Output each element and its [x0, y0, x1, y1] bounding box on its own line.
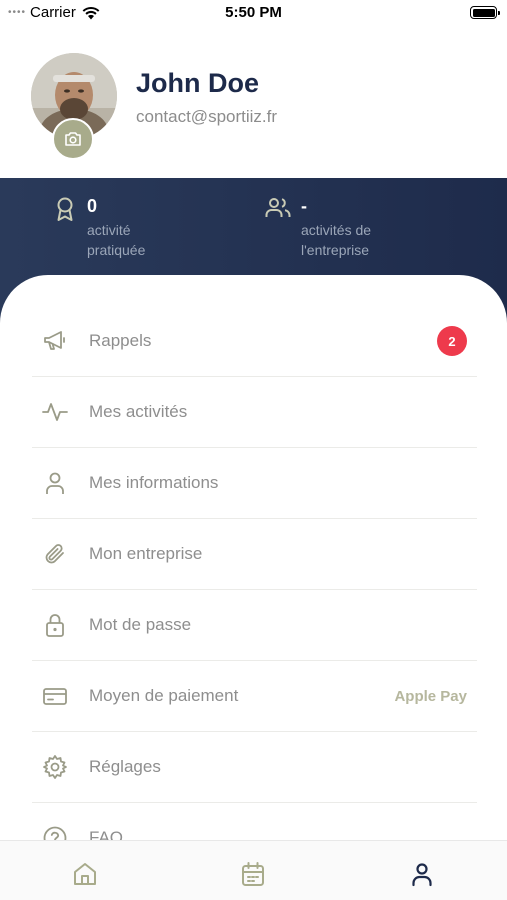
- users-icon: [265, 198, 291, 217]
- menu-item-mot-de-passe[interactable]: Mot de passe: [32, 590, 477, 661]
- menu-item-faq[interactable]: FAQ: [32, 803, 477, 845]
- menu-item-mon-entreprise[interactable]: Mon entreprise: [32, 519, 477, 590]
- stat-activities-practiced: 0 activité pratiquée: [53, 196, 145, 260]
- award-icon: [57, 197, 73, 221]
- tab-profile[interactable]: [407, 859, 437, 889]
- megaphone-icon: [42, 328, 68, 354]
- payment-method-value: Apple Pay: [394, 687, 467, 705]
- lock-icon: [42, 612, 68, 638]
- gear-icon: [42, 754, 68, 780]
- paperclip-icon: [42, 541, 68, 567]
- battery-icon: [470, 6, 500, 19]
- menu-item-label: Rappels: [89, 331, 152, 350]
- stat-label: activité pratiquée: [87, 222, 146, 258]
- credit-card-icon: [42, 683, 68, 709]
- tab-bar: [0, 840, 507, 900]
- status-time: 5:50 PM: [225, 4, 282, 21]
- user-email: contact@sportiiz.fr: [136, 107, 278, 126]
- menu-item-rappels[interactable]: Rappels 2: [32, 306, 477, 377]
- user-icon: [42, 470, 68, 496]
- menu-card: Rappels 2 Mes activités Mes informations: [0, 275, 507, 845]
- stat-value: 0: [87, 196, 98, 216]
- profile-header: John Doe contact@sportiiz.fr: [0, 40, 507, 178]
- user-name: John Doe: [136, 68, 260, 98]
- calendar-icon: [242, 862, 264, 886]
- menu-item-label: Mot de passe: [89, 615, 192, 634]
- stat-value: -: [301, 196, 307, 216]
- menu-item-mes-informations[interactable]: Mes informations: [32, 448, 477, 519]
- menu-item-label: Mon entreprise: [89, 544, 203, 563]
- tab-home[interactable]: [70, 859, 100, 889]
- menu-item-label: Mes informations: [89, 473, 219, 492]
- menu-item-mes-activites[interactable]: Mes activités: [32, 377, 477, 448]
- activity-icon: [42, 399, 68, 425]
- home-icon: [74, 863, 96, 885]
- menu-item-label: Mes activités: [89, 402, 188, 421]
- menu-item-moyen-de-paiement[interactable]: Moyen de paiement Apple Pay: [32, 661, 477, 732]
- notification-badge: 2: [437, 326, 467, 356]
- stat-company-activities: - activités de l'entreprise: [265, 196, 371, 260]
- stat-label: activités de l'entreprise: [301, 222, 372, 258]
- menu-item-reglages[interactable]: Réglages: [32, 732, 477, 803]
- menu-item-label: Réglages: [89, 757, 161, 776]
- change-photo-button[interactable]: [52, 118, 94, 160]
- tab-calendar[interactable]: [238, 859, 268, 889]
- menu-list: Rappels 2 Mes activités Mes informations: [32, 306, 477, 845]
- camera-icon: [65, 132, 81, 146]
- status-bar: •••• Carrier 5:50 PM: [0, 0, 507, 28]
- profile-icon: [412, 863, 432, 887]
- menu-item-label: Moyen de paiement: [89, 686, 239, 705]
